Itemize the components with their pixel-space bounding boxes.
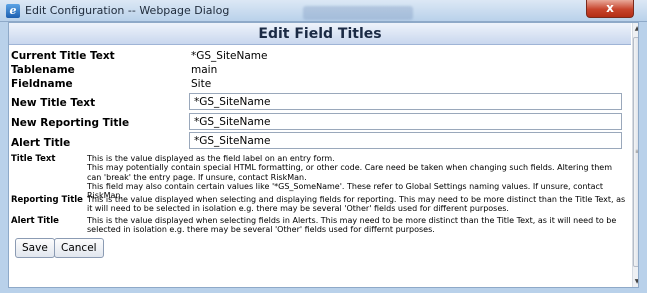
help-title-title-text: Title Text (11, 154, 56, 164)
current-title-label: Current Title Text (11, 50, 115, 62)
new-title-label: New Title Text (11, 97, 96, 109)
help-title-reporting-title: Reporting Title (11, 195, 83, 205)
vertical-scrollbar[interactable]: ▲ ≡ ▼ (632, 23, 638, 287)
save-button[interactable]: Save (15, 238, 55, 258)
help-title-alert-title: Alert Title (11, 216, 59, 226)
scroll-down-arrow-icon[interactable]: ▼ (633, 278, 638, 285)
help-text-alert-title: This is the value displayed when selecti… (87, 216, 627, 235)
help-line: This is the value displayed when selecti… (87, 216, 617, 235)
cancel-button[interactable]: Cancel (54, 238, 104, 258)
page-title: Edit Field Titles (9, 23, 631, 45)
reporting-title-input[interactable] (189, 113, 622, 130)
alert-title-input[interactable] (189, 132, 622, 149)
new-title-input[interactable] (189, 93, 622, 110)
blurred-region (303, 6, 413, 20)
scroll-thumb[interactable]: ≡ (633, 37, 638, 267)
help-text-reporting-title: This is the value displayed when selecti… (87, 195, 627, 214)
close-button[interactable]: x (586, 0, 634, 18)
alert-title-label: Alert Title (11, 137, 71, 149)
help-line: This is the value displayed as the field… (87, 154, 335, 163)
scroll-up-arrow-icon[interactable]: ▲ (633, 25, 638, 32)
ie-app-icon: e (6, 4, 20, 18)
tablename-label: Tablename (11, 64, 75, 76)
dialog-content: Edit Field Titles Current Title Text *GS… (8, 22, 639, 288)
help-line: This may potentially contain special HTM… (87, 163, 612, 182)
scroll-grip-icon: ≡ (635, 148, 638, 155)
window-titlebar: e Edit Configuration -- Webpage Dialog x (0, 0, 647, 22)
fieldname-label: Fieldname (11, 78, 73, 90)
window-title: Edit Configuration -- Webpage Dialog (25, 4, 230, 17)
current-title-value: *GS_SiteName (191, 50, 268, 62)
tablename-value: main (191, 64, 218, 76)
reporting-title-label: New Reporting Title (11, 117, 130, 129)
fieldname-value: Site (191, 78, 212, 90)
help-line: This is the value displayed when selecti… (87, 195, 626, 214)
help-text-title-text: This is the value displayed as the field… (87, 154, 627, 200)
